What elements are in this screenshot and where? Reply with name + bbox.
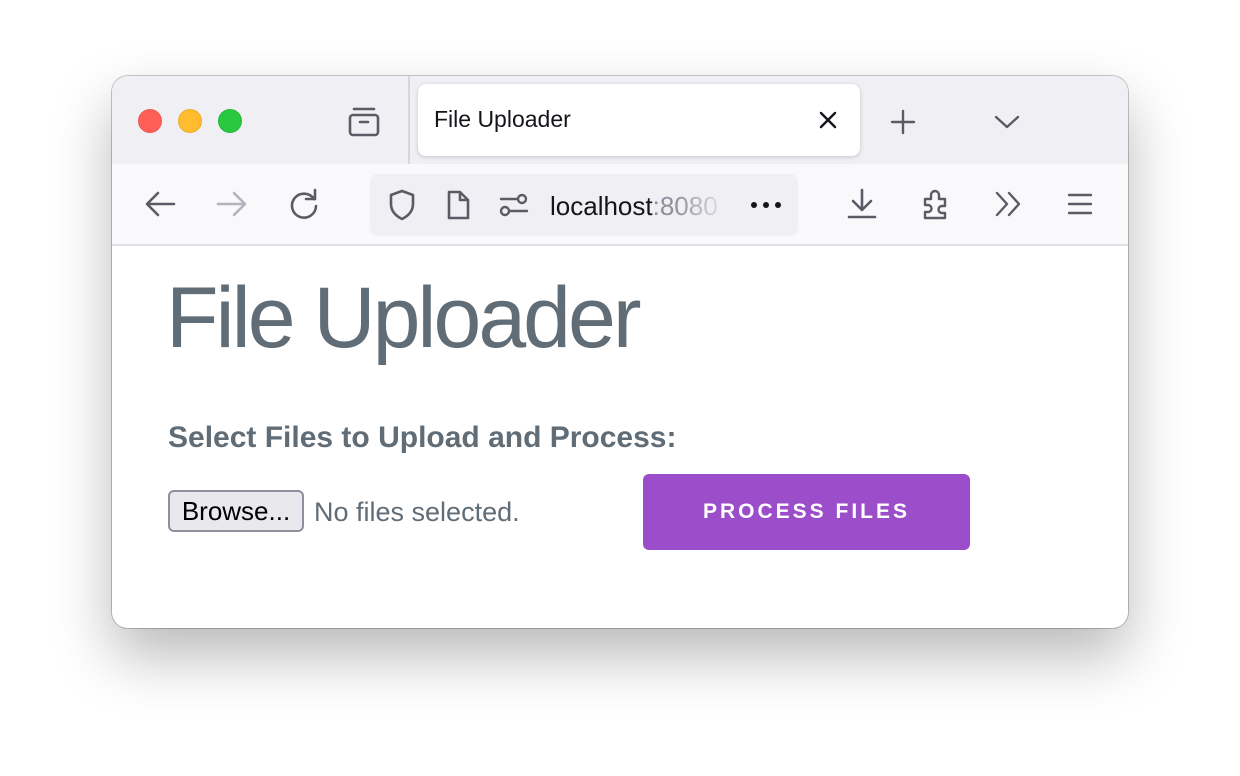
- window-minimize-button[interactable]: [178, 109, 202, 133]
- reload-icon[interactable]: [284, 184, 324, 224]
- tab-strip: File Uploader: [112, 76, 1128, 164]
- new-tab-icon[interactable]: [882, 102, 924, 142]
- back-arrow-icon[interactable]: [140, 184, 180, 224]
- window-zoom-button[interactable]: [218, 109, 242, 133]
- tab-file-uploader[interactable]: File Uploader: [418, 84, 860, 156]
- shield-icon[interactable]: [386, 189, 418, 221]
- tab-close-icon[interactable]: [814, 106, 842, 134]
- page-content: File Uploader Select Files to Upload and…: [112, 246, 1128, 628]
- navigation-toolbar: localhost:8080: [112, 164, 1128, 246]
- upload-section-label: Select Files to Upload and Process:: [168, 421, 677, 454]
- url-port: :8080: [652, 191, 718, 221]
- page-icon[interactable]: [442, 189, 474, 221]
- forward-arrow-icon[interactable]: [212, 184, 252, 224]
- menu-hamburger-icon[interactable]: [1060, 184, 1100, 224]
- tab-overview-icon[interactable]: [342, 102, 386, 142]
- download-icon[interactable]: [842, 184, 882, 224]
- tab-title: File Uploader: [434, 106, 571, 132]
- tab-divider: [408, 76, 410, 164]
- list-tabs-chevron-down-icon[interactable]: [986, 102, 1028, 142]
- address-bar[interactable]: localhost:8080: [370, 174, 798, 236]
- extensions-puzzle-icon[interactable]: [916, 184, 956, 224]
- window-close-button[interactable]: [138, 109, 162, 133]
- permissions-icon[interactable]: [498, 189, 530, 221]
- overflow-chevrons-icon[interactable]: [988, 184, 1028, 224]
- url-host: localhost: [550, 191, 653, 221]
- browse-button[interactable]: Browse...: [168, 490, 304, 532]
- page-actions-more-icon[interactable]: [746, 189, 786, 221]
- browser-window: File Uploader localhost:8080 File Upload…: [112, 76, 1128, 628]
- url-text[interactable]: localhost:8080: [550, 190, 730, 222]
- page-title: File Uploader: [166, 270, 641, 366]
- file-status-text: No files selected.: [314, 497, 520, 527]
- process-files-button[interactable]: PROCESS FILES: [643, 474, 970, 550]
